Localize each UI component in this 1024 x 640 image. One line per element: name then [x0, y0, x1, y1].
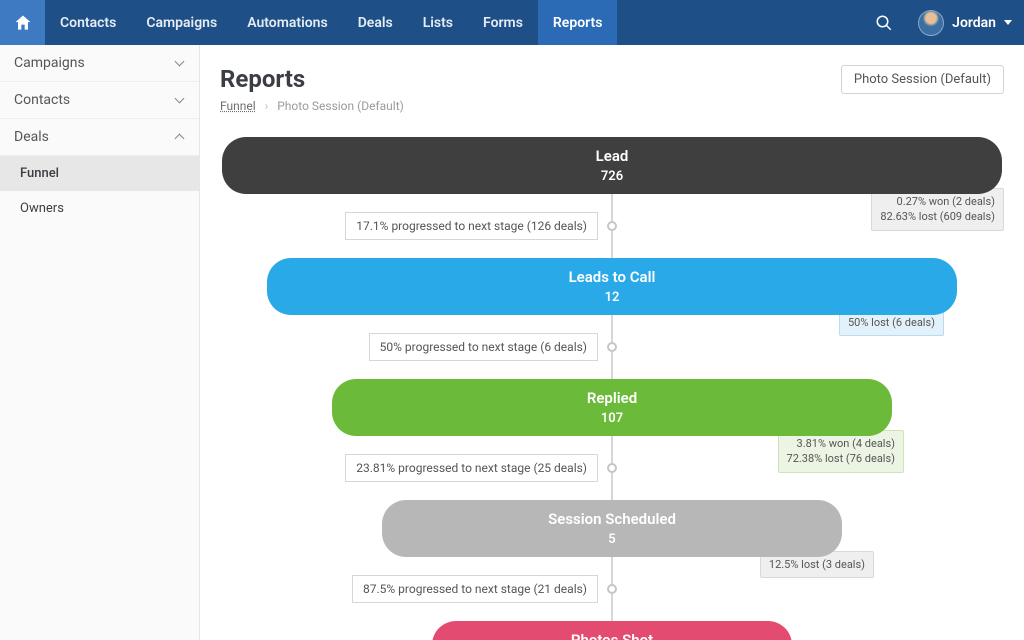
top-nav: Contacts Campaigns Automations Deals Lis… — [0, 0, 1024, 45]
header-row: Reports Funnel › Photo Session (Default)… — [220, 65, 1004, 137]
home-icon — [13, 13, 33, 33]
connector-dot — [607, 342, 617, 352]
sidebar-item-deals[interactable]: Deals — [0, 119, 199, 156]
funnel-transition: 12.5% lost (3 deals) 87.5% progressed to… — [220, 557, 1004, 621]
user-menu[interactable]: Jordan — [906, 0, 1024, 45]
won-line: 3.81% won (4 deals) — [787, 436, 895, 451]
chevron-up-icon — [175, 132, 185, 142]
funnel-stage-replied[interactable]: Replied 107 — [332, 379, 892, 436]
search-button[interactable] — [861, 0, 906, 45]
home-button[interactable] — [0, 0, 45, 45]
main-content: Reports Funnel › Photo Session (Default)… — [200, 45, 1024, 640]
funnel-chart: Lead 726 0.27% won (2 deals) 82.63% lost… — [220, 137, 1004, 640]
stage-exit-stats: 0.27% won (2 deals) 82.63% lost (609 dea… — [871, 188, 1004, 231]
connector-dot — [607, 221, 617, 231]
won-line: 0.27% won (2 deals) — [880, 194, 995, 209]
stage-name: Photos Shot — [444, 631, 780, 640]
sidebar-item-label: Contacts — [14, 92, 70, 108]
nav-tab-lists[interactable]: Lists — [408, 0, 468, 45]
sidebar-item-owners[interactable]: Owners — [0, 191, 199, 226]
funnel-transition: 0.27% won (2 deals) 82.63% lost (609 dea… — [220, 194, 1004, 258]
chevron-down-icon — [1004, 20, 1012, 25]
nav-tab-deals[interactable]: Deals — [343, 0, 408, 45]
connector-dot — [607, 584, 617, 594]
stage-count: 5 — [394, 532, 830, 547]
breadcrumb-root[interactable]: Funnel — [220, 99, 256, 113]
nav-tab-automations[interactable]: Automations — [232, 0, 343, 45]
sidebar-item-funnel[interactable]: Funnel — [0, 156, 199, 191]
sidebar-item-campaigns[interactable]: Campaigns — [0, 45, 199, 82]
progress-to-next: 87.5% progressed to next stage (21 deals… — [352, 575, 598, 603]
user-name: Jordan — [952, 15, 996, 31]
layout: Campaigns Contacts Deals Funnel Owners R… — [0, 45, 1024, 640]
stage-count: 107 — [344, 411, 880, 426]
stage-name: Lead — [234, 147, 990, 165]
lost-line: 12.5% lost (3 deals) — [769, 557, 865, 572]
funnel-stage-photos-shot[interactable]: Photos Shot 18 — [432, 621, 792, 640]
stage-exit-stats: 3.81% won (4 deals) 72.38% lost (76 deal… — [778, 430, 904, 473]
stage-count: 12 — [279, 290, 945, 305]
nav-tab-campaigns[interactable]: Campaigns — [131, 0, 232, 45]
nav-tab-forms[interactable]: Forms — [468, 0, 538, 45]
breadcrumb-current: Photo Session (Default) — [277, 99, 404, 113]
progress-to-next: 23.81% progressed to next stage (25 deal… — [345, 454, 598, 482]
connector-dot — [607, 463, 617, 473]
sidebar-item-label: Deals — [14, 129, 49, 145]
pipeline-dropdown[interactable]: Photo Session (Default) — [841, 65, 1004, 94]
stage-name: Session Scheduled — [394, 510, 830, 528]
chevron-down-icon — [175, 58, 185, 68]
breadcrumb-separator: › — [265, 99, 269, 113]
avatar — [918, 10, 944, 36]
sidebar-item-label: Campaigns — [14, 55, 85, 71]
lost-line: 50% lost (6 deals) — [848, 315, 935, 330]
sidebar: Campaigns Contacts Deals Funnel Owners — [0, 45, 200, 640]
funnel-stage-lead[interactable]: Lead 726 — [222, 137, 1002, 194]
chevron-down-icon — [175, 95, 185, 105]
lost-line: 82.63% lost (609 deals) — [880, 209, 995, 224]
progress-to-next: 17.1% progressed to next stage (126 deal… — [345, 212, 598, 240]
funnel-stage-session-scheduled[interactable]: Session Scheduled 5 — [382, 500, 842, 557]
nav-tab-reports[interactable]: Reports — [538, 0, 618, 45]
stage-count: 726 — [234, 169, 990, 184]
lost-line: 72.38% lost (76 deals) — [787, 451, 895, 466]
progress-to-next: 50% progressed to next stage (6 deals) — [369, 333, 598, 361]
stage-name: Replied — [344, 389, 880, 407]
stage-name: Leads to Call — [279, 268, 945, 286]
sidebar-item-contacts[interactable]: Contacts — [0, 82, 199, 119]
page-title: Reports — [220, 65, 404, 93]
spacer — [617, 0, 861, 45]
nav-tab-contacts[interactable]: Contacts — [45, 0, 131, 45]
funnel-transition: 50% lost (6 deals) 50% progressed to nex… — [220, 315, 1004, 379]
funnel-transition: 3.81% won (4 deals) 72.38% lost (76 deal… — [220, 436, 1004, 500]
breadcrumb: Funnel › Photo Session (Default) — [220, 99, 404, 113]
funnel-stage-leads-to-call[interactable]: Leads to Call 12 — [267, 258, 957, 315]
search-icon — [875, 14, 893, 32]
nav-tabs: Contacts Campaigns Automations Deals Lis… — [45, 0, 617, 45]
